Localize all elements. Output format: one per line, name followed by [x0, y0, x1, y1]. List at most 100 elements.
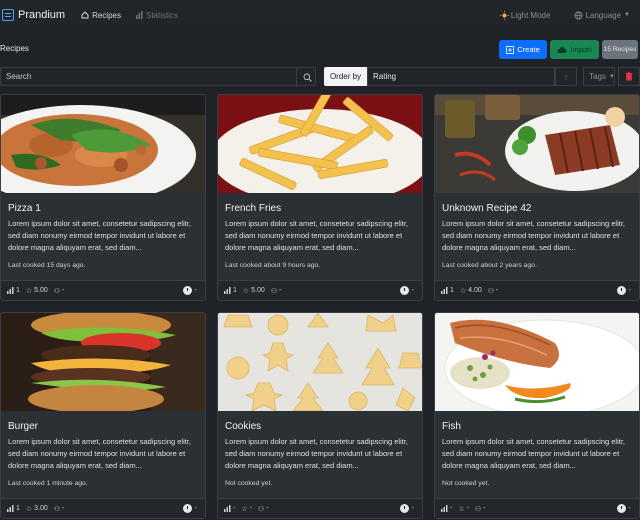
- bar-chart-icon: [224, 505, 231, 512]
- recipe-image[interactable]: [435, 95, 639, 193]
- time-value: -: [628, 505, 631, 512]
- recipe-card[interactable]: Fish Lorem ipsum dolor sit amet, consete…: [434, 312, 640, 519]
- recipe-title[interactable]: Pizza 1: [8, 203, 41, 214]
- recipe-footer: - ☆ - ⚇ - -: [218, 498, 422, 518]
- rating-value: 4.00: [468, 287, 482, 294]
- star-icon: ☆: [459, 287, 467, 295]
- recipe-title[interactable]: Burger: [8, 421, 38, 432]
- recipe-description: Lorem ipsum dolor sit amet, consetetur s…: [225, 219, 408, 252]
- rating-stat: ☆ 5.00: [26, 287, 48, 295]
- times-cooked-value: -: [233, 505, 236, 512]
- bar-chart-icon: [7, 287, 14, 294]
- rating-stat: ☆ 5.00: [243, 287, 265, 295]
- search-placeholder: Search: [6, 72, 32, 81]
- people-stat: ⚇ -: [271, 287, 282, 295]
- clock-icon: [182, 504, 192, 513]
- recipe-count-badge: 15 Recipes: [602, 40, 638, 59]
- times-cooked-value: -: [450, 505, 453, 512]
- recipe-card[interactable]: Pizza 1 Lorem ipsum dolor sit amet, cons…: [0, 94, 206, 301]
- arrow-up-icon: ↑: [563, 71, 569, 82]
- import-button[interactable]: Import: [550, 40, 599, 59]
- recipe-footer: 1 ☆ 4.00 ⚇ - -: [435, 280, 639, 300]
- recipe-title[interactable]: French Fries: [225, 203, 281, 214]
- language-label: Language: [585, 10, 622, 20]
- clock-icon: [182, 286, 192, 295]
- recipe-title[interactable]: Cookies: [225, 421, 261, 432]
- star-icon: ☆: [458, 505, 465, 513]
- people-value: -: [266, 505, 269, 512]
- time-stat: -: [616, 504, 631, 513]
- nav-recipes[interactable]: Recipes: [81, 11, 121, 20]
- recipe-title[interactable]: Unknown Recipe 42: [442, 203, 532, 214]
- time-stat: -: [616, 286, 631, 295]
- rating-stat: ☆ 4.00: [460, 287, 482, 295]
- recipe-image[interactable]: [218, 313, 422, 411]
- nav-statistics-label: Statistics: [145, 10, 178, 20]
- recipe-card[interactable]: Cookies Lorem ipsum dolor sit amet, cons…: [217, 312, 423, 519]
- import-button-label: Import: [570, 45, 592, 54]
- bar-chart-icon: [7, 505, 14, 512]
- times-cooked-stat: -: [441, 505, 452, 512]
- time-value: -: [194, 505, 197, 512]
- nav-statistics[interactable]: Statistics: [135, 11, 178, 20]
- last-cooked-text: Last cooked 1 minute ago.: [8, 480, 88, 487]
- last-cooked-text: Last cooked 15 days ago.: [8, 262, 86, 269]
- time-value: -: [411, 505, 414, 512]
- language-dropdown[interactable]: Language ▼: [574, 11, 630, 20]
- last-cooked-text: Last cooked about 9 hours ago.: [225, 262, 321, 269]
- sort-direction-button[interactable]: ↑: [555, 67, 577, 86]
- tags-dropdown[interactable]: Tags ▼: [583, 67, 615, 86]
- rating-value: 5.00: [34, 287, 48, 294]
- recipe-card[interactable]: Burger Lorem ipsum dolor sit amet, conse…: [0, 312, 206, 519]
- people-icon: ⚇: [270, 287, 278, 295]
- recipe-title[interactable]: Fish: [442, 421, 461, 432]
- recipe-image[interactable]: [435, 313, 639, 411]
- recipe-description: Lorem ipsum dolor sit amet, consetetur s…: [8, 437, 191, 470]
- rating-value: 5.00: [251, 287, 265, 294]
- recipe-description: Lorem ipsum dolor sit amet, consetetur s…: [225, 437, 408, 470]
- home-icon: [81, 11, 89, 19]
- time-value: -: [194, 287, 197, 294]
- times-cooked-stat: 1: [441, 287, 454, 294]
- recipe-image[interactable]: [1, 95, 205, 193]
- clock-icon: [399, 504, 409, 513]
- recipe-footer: 1 ☆ 5.00 ⚇ - -: [218, 280, 422, 300]
- clear-filter-button[interactable]: [618, 67, 640, 86]
- last-cooked-text: Last cooked about 2 years ago.: [442, 262, 537, 269]
- bar-chart-icon: [135, 11, 143, 19]
- globe-icon: [574, 11, 583, 19]
- recipe-card[interactable]: Unknown Recipe 42 Lorem ipsum dolor sit …: [434, 94, 640, 301]
- people-stat: ⚇ -: [54, 287, 65, 295]
- navbar: Prandium Recipes Statistics Light Mode L…: [0, 0, 640, 30]
- people-icon: ⚇: [53, 505, 61, 513]
- brand-name: Prandium: [18, 9, 66, 21]
- recipe-image[interactable]: [218, 95, 422, 193]
- search-input[interactable]: Search: [0, 67, 317, 87]
- page-title: Recipes: [0, 43, 29, 53]
- recipe-description: Lorem ipsum dolor sit amet, consetetur s…: [442, 219, 625, 252]
- create-button[interactable]: Create: [499, 40, 547, 59]
- brand-logo-icon: [2, 9, 14, 21]
- time-value: -: [628, 287, 631, 294]
- bar-chart-icon: [441, 505, 448, 512]
- time-value: -: [411, 287, 414, 294]
- sun-icon: [499, 10, 509, 20]
- recipe-footer: - ☆ - ⚇ - -: [435, 498, 639, 518]
- people-value: -: [483, 505, 486, 512]
- order-by-select[interactable]: Rating: [367, 67, 555, 86]
- time-stat: -: [399, 504, 414, 513]
- star-icon: ☆: [25, 287, 33, 295]
- recipe-image[interactable]: [1, 313, 205, 411]
- recipe-card[interactable]: French Fries Lorem ipsum dolor sit amet,…: [217, 94, 423, 301]
- people-stat: ⚇ -: [258, 505, 269, 513]
- brand[interactable]: Prandium: [0, 9, 65, 21]
- nav-recipes-label: Recipes: [92, 10, 121, 20]
- tags-label: Tags: [589, 72, 606, 81]
- last-cooked-text: Not cooked yet.: [442, 480, 490, 487]
- people-icon: ⚇: [487, 287, 495, 295]
- star-icon: ☆: [242, 287, 250, 295]
- times-cooked-stat: -: [224, 505, 235, 512]
- light-mode-toggle[interactable]: Light Mode: [499, 10, 550, 20]
- search-button[interactable]: [296, 68, 317, 87]
- chevron-down-icon: ▼: [624, 12, 630, 18]
